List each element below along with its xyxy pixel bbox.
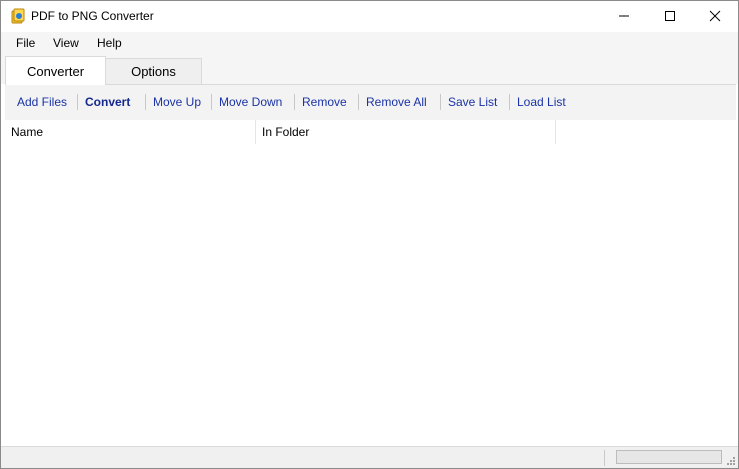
move-up-button[interactable]: Move Up bbox=[153, 95, 201, 109]
menu-bar: File View Help bbox=[1, 32, 738, 54]
maximize-icon bbox=[665, 11, 675, 21]
toolbar-separator bbox=[509, 94, 510, 110]
load-list-button[interactable]: Load List bbox=[517, 95, 566, 109]
file-list[interactable] bbox=[5, 144, 736, 447]
column-header-in-folder[interactable]: In Folder bbox=[256, 120, 556, 144]
window-title: PDF to PNG Converter bbox=[31, 9, 154, 23]
resize-grip-icon[interactable] bbox=[725, 455, 735, 465]
toolbar-separator bbox=[145, 94, 146, 110]
add-files-button[interactable]: Add Files bbox=[17, 95, 67, 109]
title-bar[interactable]: PDF to PNG Converter bbox=[1, 1, 738, 31]
menu-view[interactable]: View bbox=[53, 36, 79, 50]
close-button[interactable] bbox=[692, 1, 738, 31]
menu-help[interactable]: Help bbox=[97, 36, 122, 50]
minimize-button[interactable] bbox=[601, 1, 647, 31]
move-down-button[interactable]: Move Down bbox=[219, 95, 282, 109]
toolbar-separator bbox=[440, 94, 441, 110]
tab-converter[interactable]: Converter bbox=[5, 56, 106, 85]
column-header-name[interactable]: Name bbox=[5, 120, 256, 144]
app-window: PDF to PNG Converter File View Help Conv… bbox=[0, 0, 739, 469]
remove-all-button[interactable]: Remove All bbox=[366, 95, 427, 109]
convert-button[interactable]: Convert bbox=[85, 95, 130, 109]
remove-button[interactable]: Remove bbox=[302, 95, 347, 109]
toolbar-separator bbox=[211, 94, 212, 110]
app-icon bbox=[11, 8, 25, 24]
status-bar bbox=[1, 446, 738, 468]
maximize-button[interactable] bbox=[647, 1, 693, 31]
save-list-button[interactable]: Save List bbox=[448, 95, 497, 109]
file-list-header: Name In Folder bbox=[5, 120, 736, 144]
toolbar: Add Files Convert Move Up Move Down Remo… bbox=[5, 85, 736, 120]
menu-file[interactable]: File bbox=[16, 36, 35, 50]
tab-strip: Converter Options bbox=[1, 54, 738, 85]
progress-bar bbox=[616, 450, 722, 464]
toolbar-separator bbox=[358, 94, 359, 110]
close-icon bbox=[709, 10, 721, 22]
converter-panel: Add Files Convert Move Up Move Down Remo… bbox=[5, 84, 736, 447]
tab-options[interactable]: Options bbox=[105, 58, 202, 84]
minimize-icon bbox=[619, 15, 629, 17]
toolbar-separator bbox=[294, 94, 295, 110]
status-separator bbox=[604, 450, 605, 466]
toolbar-separator bbox=[77, 94, 78, 110]
